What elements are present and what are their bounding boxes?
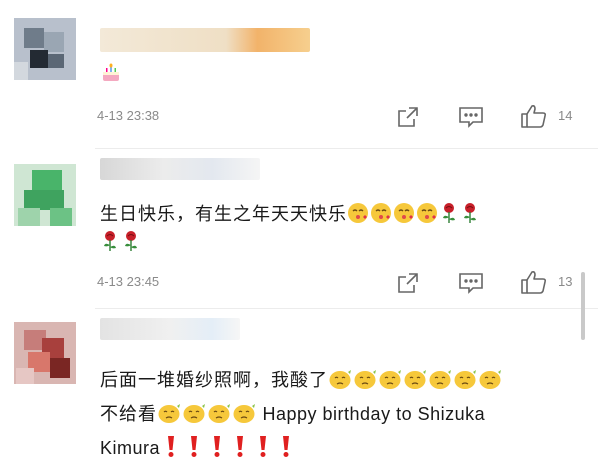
username-blurred[interactable] [100,318,240,340]
comment-icon[interactable] [458,271,484,295]
lemon-face-emoji [478,368,502,395]
comment-text-line: 生日快乐，有生之年天天快乐 [100,200,481,229]
lemon-face-emoji [403,368,427,395]
thumbs-up-icon[interactable] [520,103,548,129]
lemon-face-emoji [207,402,231,429]
rose-emoji [121,230,141,257]
avatar[interactable] [14,164,76,226]
kiss-face-emoji [393,202,415,229]
exclamation-emoji [229,434,251,463]
kiss-face-emoji [347,202,369,229]
comment-text-segment: Happy birthday to Shizuka [257,404,486,424]
rose-emoji [100,230,120,257]
divider [95,148,598,149]
comment-text-segment: 生日快乐，有生之年天天快乐 [100,204,347,225]
like-count: 13 [558,274,573,289]
comment-timestamp: 4-13 23:45 [97,274,160,289]
rose-emoji [439,202,459,229]
lemon-face-emoji [428,368,452,395]
share-icon[interactable] [396,271,420,295]
comment-text-segment: Kimura [100,438,161,458]
lemon-face-emoji [328,368,352,395]
lemon-face-emoji [353,368,377,395]
exclamation-emoji [206,434,228,463]
comment-text-segment: 不给看 [100,404,157,425]
lemon-face-emoji [182,402,206,429]
comment-item: 生日快乐，有生之年天天快乐 4-13 23:45 13 [0,150,598,310]
comment-text-line [100,62,123,89]
rose-emoji [460,202,480,229]
share-icon[interactable] [396,105,420,129]
avatar[interactable] [14,322,76,384]
scrollbar[interactable] [581,272,585,340]
comment-text-line: 后面一堆婚纱照啊，我酸了 [100,366,503,395]
cake-emoji [100,62,122,89]
comment-text-line: Kimura [100,434,298,463]
avatar[interactable] [14,18,76,80]
lemon-face-emoji [378,368,402,395]
comment-text-line [100,230,142,257]
comment-text-line: 不给看 Happy birthday to Shizuka [100,400,485,429]
exclamation-emoji [275,434,297,463]
lemon-face-emoji [453,368,477,395]
thumbs-up-icon[interactable] [520,269,548,295]
comment-timestamp: 4-13 23:38 [97,108,160,123]
kiss-face-emoji [416,202,438,229]
username-blurred[interactable] [100,28,310,52]
lemon-face-emoji [157,402,181,429]
lemon-face-emoji [232,402,256,429]
comment-item: 后面一堆婚纱照啊，我酸了 不给看 Happy birthday to Shizu… [0,310,598,471]
comment-text-segment: 后面一堆婚纱照啊，我酸了 [100,370,328,391]
exclamation-emoji [183,434,205,463]
divider [95,308,598,309]
username-blurred[interactable] [100,158,260,180]
kiss-face-emoji [370,202,392,229]
comment-item: 4-13 23:38 14 [0,0,598,150]
comment-icon[interactable] [458,105,484,129]
exclamation-emoji [252,434,274,463]
exclamation-emoji [160,434,182,463]
like-count: 14 [558,108,573,123]
